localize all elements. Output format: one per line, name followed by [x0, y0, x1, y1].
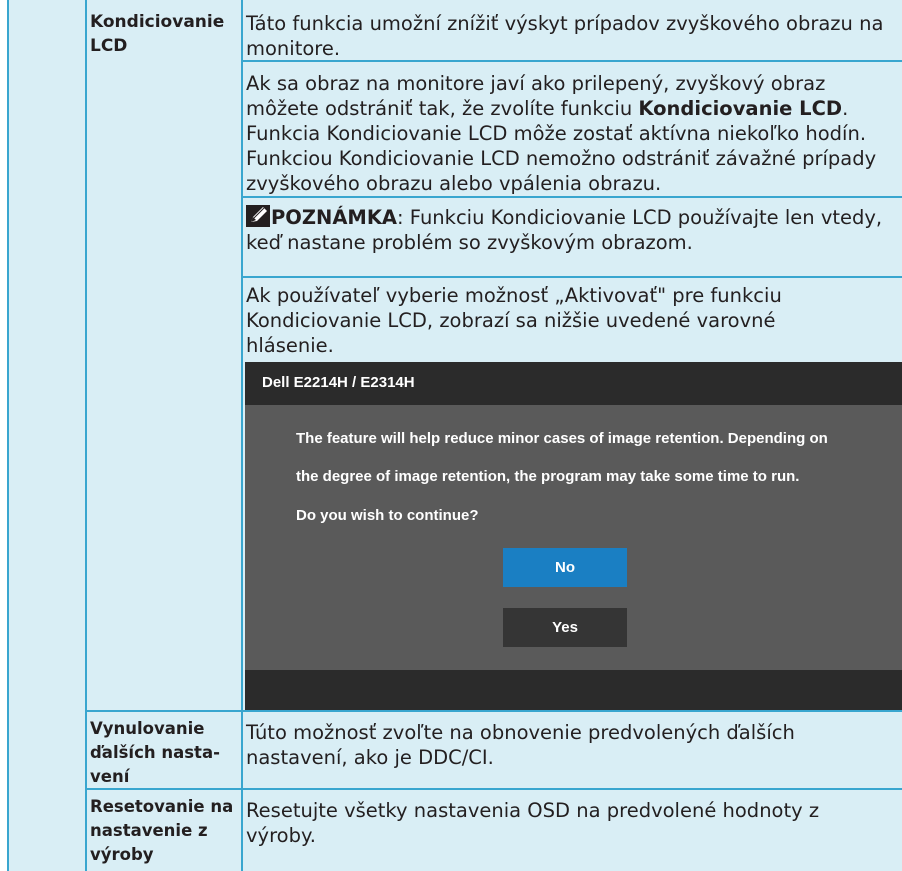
osd-no-button[interactable]: No	[503, 548, 627, 587]
row-label-reset-other: Vynulovanie ďalších nasta-vení	[90, 719, 220, 786]
column-divider-left	[85, 0, 87, 871]
row-text-factory-reset: Resetujte všetky nastavenia OSD na predv…	[246, 799, 820, 847]
warning-intro-text: Ak používateľ vyberie možnosť „Aktivovať…	[246, 284, 782, 357]
column-divider-middle	[241, 0, 243, 871]
row-label-lcd-conditioning: Kondiciovanie LCD	[90, 12, 225, 56]
description-text: Ak sa obraz na monitore javí ako prilepe…	[246, 71, 896, 196]
osd-footer	[245, 670, 902, 710]
note-text: POZNÁMKA: Funkciu Kondiciovanie LCD použ…	[246, 205, 891, 255]
manual-page: Kondiciovanie LCD Táto funkcia umožní zn…	[0, 0, 902, 871]
osd-yes-button[interactable]: Yes	[503, 608, 627, 647]
osd-message-line-1: The feature will help reduce minor cases…	[296, 430, 828, 447]
row-divider-2	[85, 710, 902, 712]
osd-warning-dialog: Dell E2214H / E2314H The feature will he…	[245, 362, 902, 710]
osd-message-line-3: Do you wish to continue?	[296, 507, 479, 524]
paragraph-note: POZNÁMKA: Funkciu Kondiciovanie LCD použ…	[246, 205, 896, 255]
osd-title: Dell E2214H / E2314H	[262, 374, 415, 391]
row-divider-3	[85, 788, 902, 790]
paragraph-warning-intro: Ak používateľ vyberie možnosť „Aktivovať…	[246, 283, 896, 358]
row-text-reset-other: Túto možnosť zvoľte na obnovenie predvol…	[246, 721, 795, 769]
paragraph-divider-2	[243, 60, 902, 62]
paragraph-divider-1	[243, 276, 902, 278]
note-icon	[246, 205, 270, 227]
osd-message-line-2: the degree of image retention, the progr…	[296, 468, 800, 485]
note-label: POZNÁMKA	[271, 206, 398, 229]
paragraph-divider-3	[243, 196, 902, 198]
intro-text: Táto funkcia umožní znížiť výskyt prípad…	[246, 12, 884, 60]
paragraph-description: Ak sa obraz na monitore javí ako prilepe…	[246, 71, 896, 196]
osd-header: Dell E2214H / E2314H	[245, 362, 902, 405]
paragraph-intro: Táto funkcia umožní znížiť výskyt prípad…	[246, 11, 896, 61]
description-bold-feature: Kondiciovanie LCD	[638, 97, 843, 120]
row-label-factory-reset: Resetovanie na nastavenie z výroby	[90, 797, 234, 864]
